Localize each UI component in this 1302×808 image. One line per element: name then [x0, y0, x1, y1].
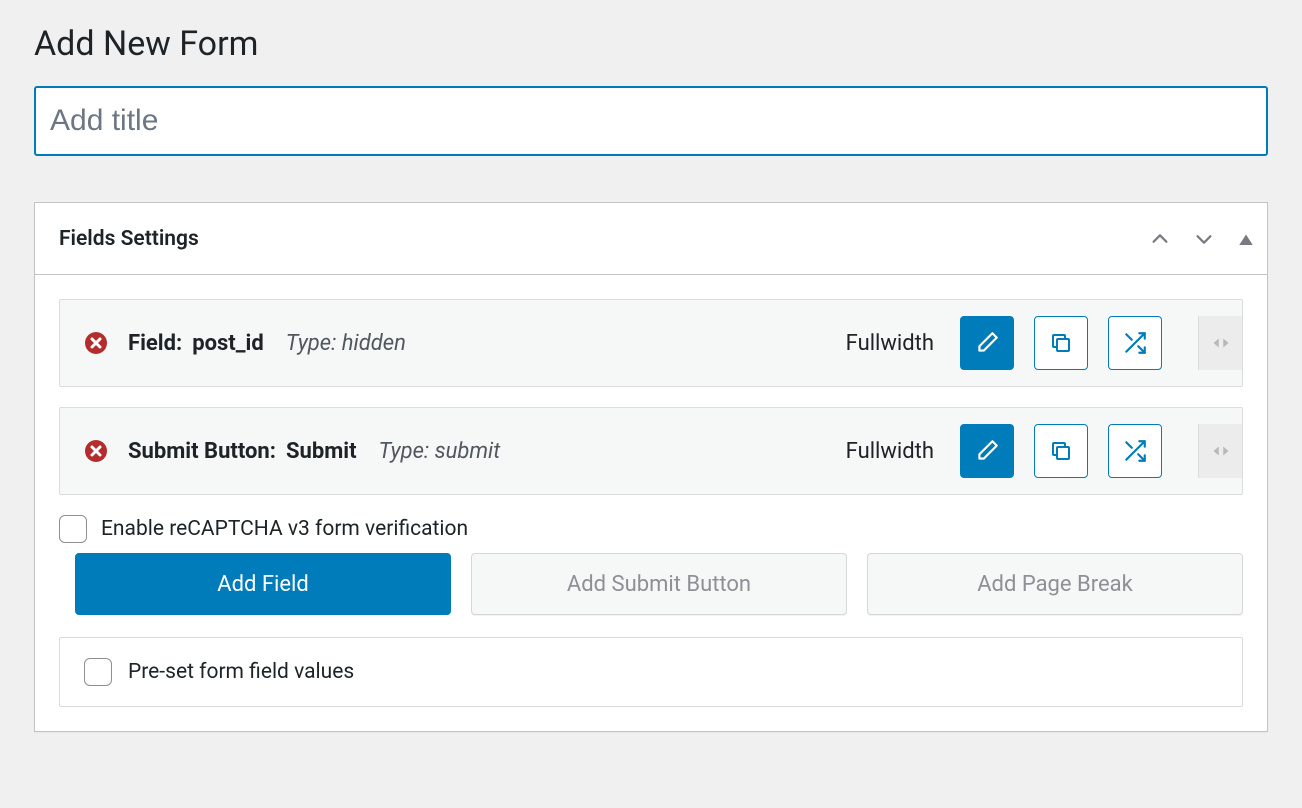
panel-title: Fields Settings — [59, 227, 199, 251]
field-label-prefix: Field: — [128, 331, 182, 356]
move-up-icon[interactable] — [1149, 228, 1171, 250]
field-name: Submit — [286, 439, 357, 464]
field-row: Field: post_id Type: hidden Fullwidth — [59, 299, 1243, 387]
panel-body: Field: post_id Type: hidden Fullwidth — [35, 275, 1267, 731]
shuffle-field-button[interactable] — [1108, 316, 1162, 370]
field-actions: Fullwidth — [846, 316, 1242, 370]
recaptcha-option: Enable reCAPTCHA v3 form verification — [59, 515, 1243, 543]
field-info: Field: post_id Type: hidden — [128, 331, 846, 356]
field-width-label: Fullwidth — [846, 331, 934, 356]
edit-field-button[interactable] — [960, 424, 1014, 478]
duplicate-field-button[interactable] — [1034, 424, 1088, 478]
field-type: Type: submit — [379, 439, 501, 464]
add-submit-button[interactable]: Add Submit Button — [471, 553, 847, 615]
edit-field-button[interactable] — [960, 316, 1014, 370]
toggle-panel-icon[interactable] — [1237, 230, 1255, 248]
field-label-prefix: Submit Button: — [128, 439, 276, 464]
shuffle-field-button[interactable] — [1108, 424, 1162, 478]
drag-handle-icon[interactable] — [1198, 316, 1242, 370]
field-name: post_id — [192, 331, 264, 356]
field-width-label: Fullwidth — [846, 439, 934, 464]
preset-values-label: Pre-set form field values — [128, 660, 354, 684]
remove-field-icon[interactable] — [84, 439, 108, 463]
remove-field-icon[interactable] — [84, 331, 108, 355]
move-down-icon[interactable] — [1193, 228, 1215, 250]
form-title-input[interactable] — [34, 86, 1268, 156]
panel-handle-actions — [1149, 228, 1255, 250]
fields-settings-panel: Fields Settings Field: post_id Type: hid… — [34, 202, 1268, 732]
add-page-break-button[interactable]: Add Page Break — [867, 553, 1243, 615]
panel-header: Fields Settings — [35, 203, 1267, 275]
add-field-button[interactable]: Add Field — [75, 553, 451, 615]
field-info: Submit Button: Submit Type: submit — [128, 439, 846, 464]
preset-values-option: Pre-set form field values — [59, 637, 1243, 707]
field-actions: Fullwidth — [846, 424, 1242, 478]
field-type: Type: hidden — [286, 331, 406, 356]
add-buttons-row: Add Field Add Submit Button Add Page Bre… — [75, 553, 1243, 615]
page-title: Add New Form — [34, 24, 1268, 64]
drag-handle-icon[interactable] — [1198, 424, 1242, 478]
field-row: Submit Button: Submit Type: submit Fullw… — [59, 407, 1243, 495]
preset-values-checkbox[interactable] — [84, 658, 112, 686]
duplicate-field-button[interactable] — [1034, 316, 1088, 370]
recaptcha-label: Enable reCAPTCHA v3 form verification — [101, 517, 468, 541]
recaptcha-checkbox[interactable] — [59, 515, 87, 543]
